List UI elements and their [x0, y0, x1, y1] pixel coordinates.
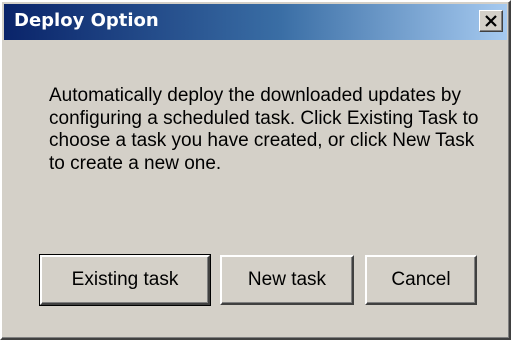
cancel-label: Cancel [391, 269, 451, 290]
window-title: Deploy Option [14, 10, 159, 31]
new-task-button[interactable]: New task [220, 255, 354, 305]
new-task-label: New task [247, 269, 327, 290]
deploy-option-dialog: Deploy Option Automatically deploy the d… [0, 0, 511, 340]
dialog-message: Automatically deploy the downloaded upda… [49, 85, 479, 174]
existing-task-button[interactable]: Existing task [39, 254, 211, 306]
cancel-button[interactable]: Cancel [365, 255, 477, 305]
close-x-icon [485, 15, 497, 27]
existing-task-label: Existing task [71, 269, 179, 290]
close-button[interactable] [479, 10, 503, 32]
title-bar[interactable]: Deploy Option [4, 4, 507, 40]
